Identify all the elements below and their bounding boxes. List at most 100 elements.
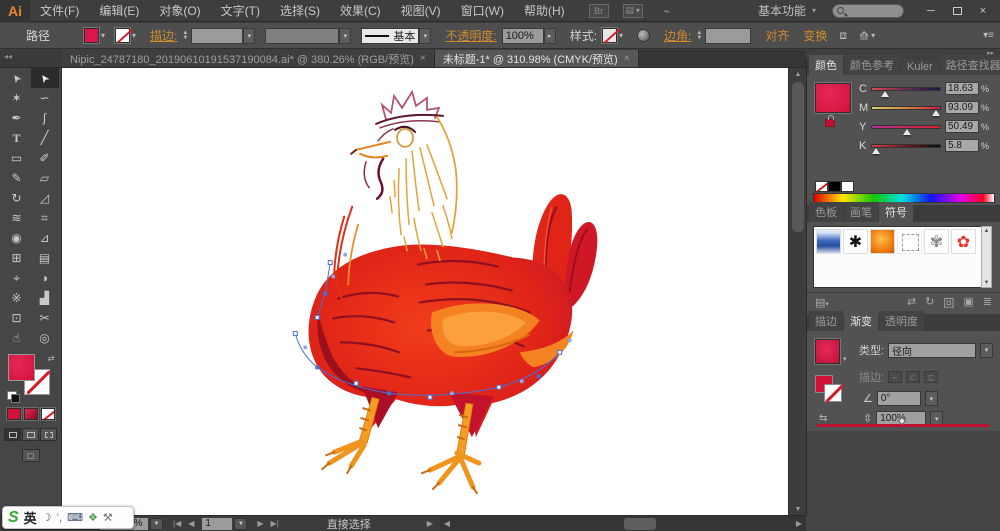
panel-tab[interactable]: 颜色 — [809, 55, 843, 75]
tool-button[interactable]: ∽ — [31, 88, 59, 108]
artboard-dropdown[interactable]: ▼ — [234, 518, 247, 530]
tool-button[interactable]: ≋ — [3, 208, 31, 228]
slider-thumb[interactable] — [932, 110, 940, 116]
tool-button[interactable]: ▟ — [31, 288, 59, 308]
tool-button[interactable]: ⌖ — [3, 268, 31, 288]
tool-button[interactable]: ◉ — [3, 228, 31, 248]
cs-live-icon[interactable]: ⌁ — [657, 4, 677, 18]
sogou-logo[interactable]: S — [8, 509, 19, 527]
menu-item[interactable]: 文字(T) — [211, 0, 270, 22]
tool-button[interactable]: ✂ — [31, 308, 59, 328]
tool-button[interactable]: ▱ — [31, 168, 59, 188]
style-swatch[interactable] — [602, 28, 617, 43]
color-slider[interactable] — [871, 85, 941, 93]
panel-tab[interactable]: 画笔 — [844, 202, 878, 222]
menu-item[interactable]: 编辑(E) — [89, 0, 149, 22]
slider-thumb[interactable] — [903, 129, 911, 135]
gradient-angle-dropdown[interactable]: ▾ — [925, 391, 938, 406]
chevron-down-icon[interactable]: ▾ — [843, 355, 847, 363]
gradient-angle-field[interactable]: 0° — [877, 391, 921, 406]
default-fill-stroke-icon[interactable] — [7, 391, 17, 400]
black-swatch[interactable] — [828, 181, 841, 192]
menu-item[interactable]: 帮助(H) — [514, 0, 575, 22]
panel-tab[interactable]: Kuler — [901, 59, 939, 75]
corner-link[interactable]: 边角: — [664, 27, 691, 44]
symbol-thumbnail[interactable] — [897, 229, 922, 254]
document-tab[interactable]: 未标题-1* @ 310.98% (CMYK/预览) × — [435, 50, 639, 67]
ime-language-toggle[interactable]: 英 — [24, 508, 37, 527]
stroke-gradient-within-button[interactable]: ⌐ — [888, 371, 902, 383]
tool-button[interactable]: ▭ — [3, 148, 31, 168]
last-artboard-button[interactable]: ▶| — [271, 519, 279, 528]
corner-field[interactable] — [705, 28, 751, 44]
opacity-link[interactable]: 不透明度: — [445, 27, 496, 44]
color-slider[interactable] — [871, 123, 941, 131]
menu-item[interactable]: 窗口(W) — [451, 0, 514, 22]
tool-button[interactable]: ◑ — [31, 268, 59, 288]
horizontal-scroll-thumb[interactable] — [624, 518, 656, 530]
close-icon[interactable]: × — [420, 53, 426, 64]
menu-item[interactable]: 视图(V) — [391, 0, 451, 22]
white-swatch[interactable] — [841, 181, 854, 192]
symbol-thumbnail[interactable] — [870, 229, 895, 254]
restore-button[interactable] — [944, 2, 970, 20]
symbol-action-icon[interactable]: ▣ — [963, 295, 973, 311]
tool-button[interactable]: ✐ — [31, 148, 59, 168]
draw-normal-button[interactable] — [4, 428, 21, 441]
tool-button[interactable]: ◎ — [31, 328, 59, 348]
tool-button[interactable]: ➤ — [31, 68, 59, 88]
toolbar-collapse[interactable]: ◂◂ — [0, 50, 62, 68]
chevron-down-icon[interactable]: ▾ — [619, 31, 623, 40]
symbol-thumbnail[interactable]: ✾ — [924, 229, 949, 254]
tool-button[interactable]: T — [3, 128, 31, 148]
tool-button[interactable]: ※ — [3, 288, 31, 308]
panel-tab[interactable]: 符号 — [879, 202, 913, 222]
gradient-button[interactable] — [24, 408, 38, 420]
panel-tab[interactable]: 渐变 — [844, 311, 878, 331]
screen-mode-button[interactable]: ▢ — [22, 449, 40, 462]
scroll-left-icon[interactable]: ◀ — [440, 516, 454, 531]
gradient-fill-stroke-proxy[interactable] — [815, 375, 849, 407]
tool-button[interactable]: ⌗ — [31, 208, 59, 228]
symbol-action-icon[interactable]: ⇄ — [907, 295, 916, 311]
workspace-switcher[interactable]: 基本功能 ▾ — [758, 2, 816, 19]
scroll-down-icon[interactable]: ▼ — [789, 503, 807, 515]
canvas[interactable] — [62, 68, 788, 515]
stroke-profile-field[interactable]: 基本 — [361, 28, 419, 44]
scroll-up-icon[interactable]: ▲ — [789, 68, 807, 80]
channel-value-field[interactable]: 50.49 — [945, 120, 979, 133]
slider-thumb[interactable] — [872, 148, 880, 154]
stroke-profile-dropdown[interactable]: ▾ — [419, 28, 431, 44]
horizontal-scrollbar[interactable]: ◀ ▶ — [440, 515, 806, 531]
reverse-gradient-icon[interactable]: ⇆ — [819, 413, 827, 424]
gradient-slider[interactable] — [817, 424, 989, 427]
chevron-down-icon[interactable]: ▾ — [101, 31, 105, 40]
color-slider[interactable] — [871, 104, 941, 112]
transform-button[interactable]: 变换 — [803, 27, 827, 44]
stroke-gradient-across-button[interactable]: ⊑ — [924, 371, 938, 383]
fill-proxy-swatch[interactable] — [8, 354, 35, 381]
control-panel-menu-icon[interactable]: ▾≡ — [983, 30, 994, 41]
next-artboard-button[interactable]: ▶ — [257, 519, 263, 528]
fill-color-swatch[interactable] — [84, 28, 99, 43]
close-button[interactable]: × — [970, 2, 996, 20]
slider-thumb[interactable] — [881, 91, 889, 97]
tool-button[interactable]: ➤ — [3, 68, 31, 88]
stroke-weight-dropdown[interactable]: ▾ — [243, 28, 255, 44]
panel-tab[interactable]: 路径查找器 — [940, 55, 1000, 75]
panel-tab[interactable]: 透明度 — [879, 311, 924, 331]
tool-button[interactable]: ☝ — [3, 328, 31, 348]
chevron-down-icon[interactable]: ▾ — [132, 31, 136, 40]
arrange-documents-icon[interactable]: ▤▾ — [623, 4, 643, 18]
tool-button[interactable]: ✒ — [3, 108, 31, 128]
draw-behind-button[interactable] — [22, 428, 39, 441]
scroll-right-icon[interactable]: ▶ — [792, 516, 806, 531]
panel-tab[interactable]: 描边 — [809, 311, 843, 331]
chevron-down-icon[interactable]: ▾ — [871, 31, 875, 40]
first-artboard-button[interactable]: |◀ — [173, 519, 181, 528]
bridge-icon[interactable]: Br — [589, 4, 609, 18]
recolor-artwork-icon[interactable] — [637, 29, 650, 42]
tool-button[interactable]: ◿ — [31, 188, 59, 208]
close-icon[interactable]: × — [624, 53, 630, 64]
menu-item[interactable]: 效果(C) — [330, 0, 391, 22]
